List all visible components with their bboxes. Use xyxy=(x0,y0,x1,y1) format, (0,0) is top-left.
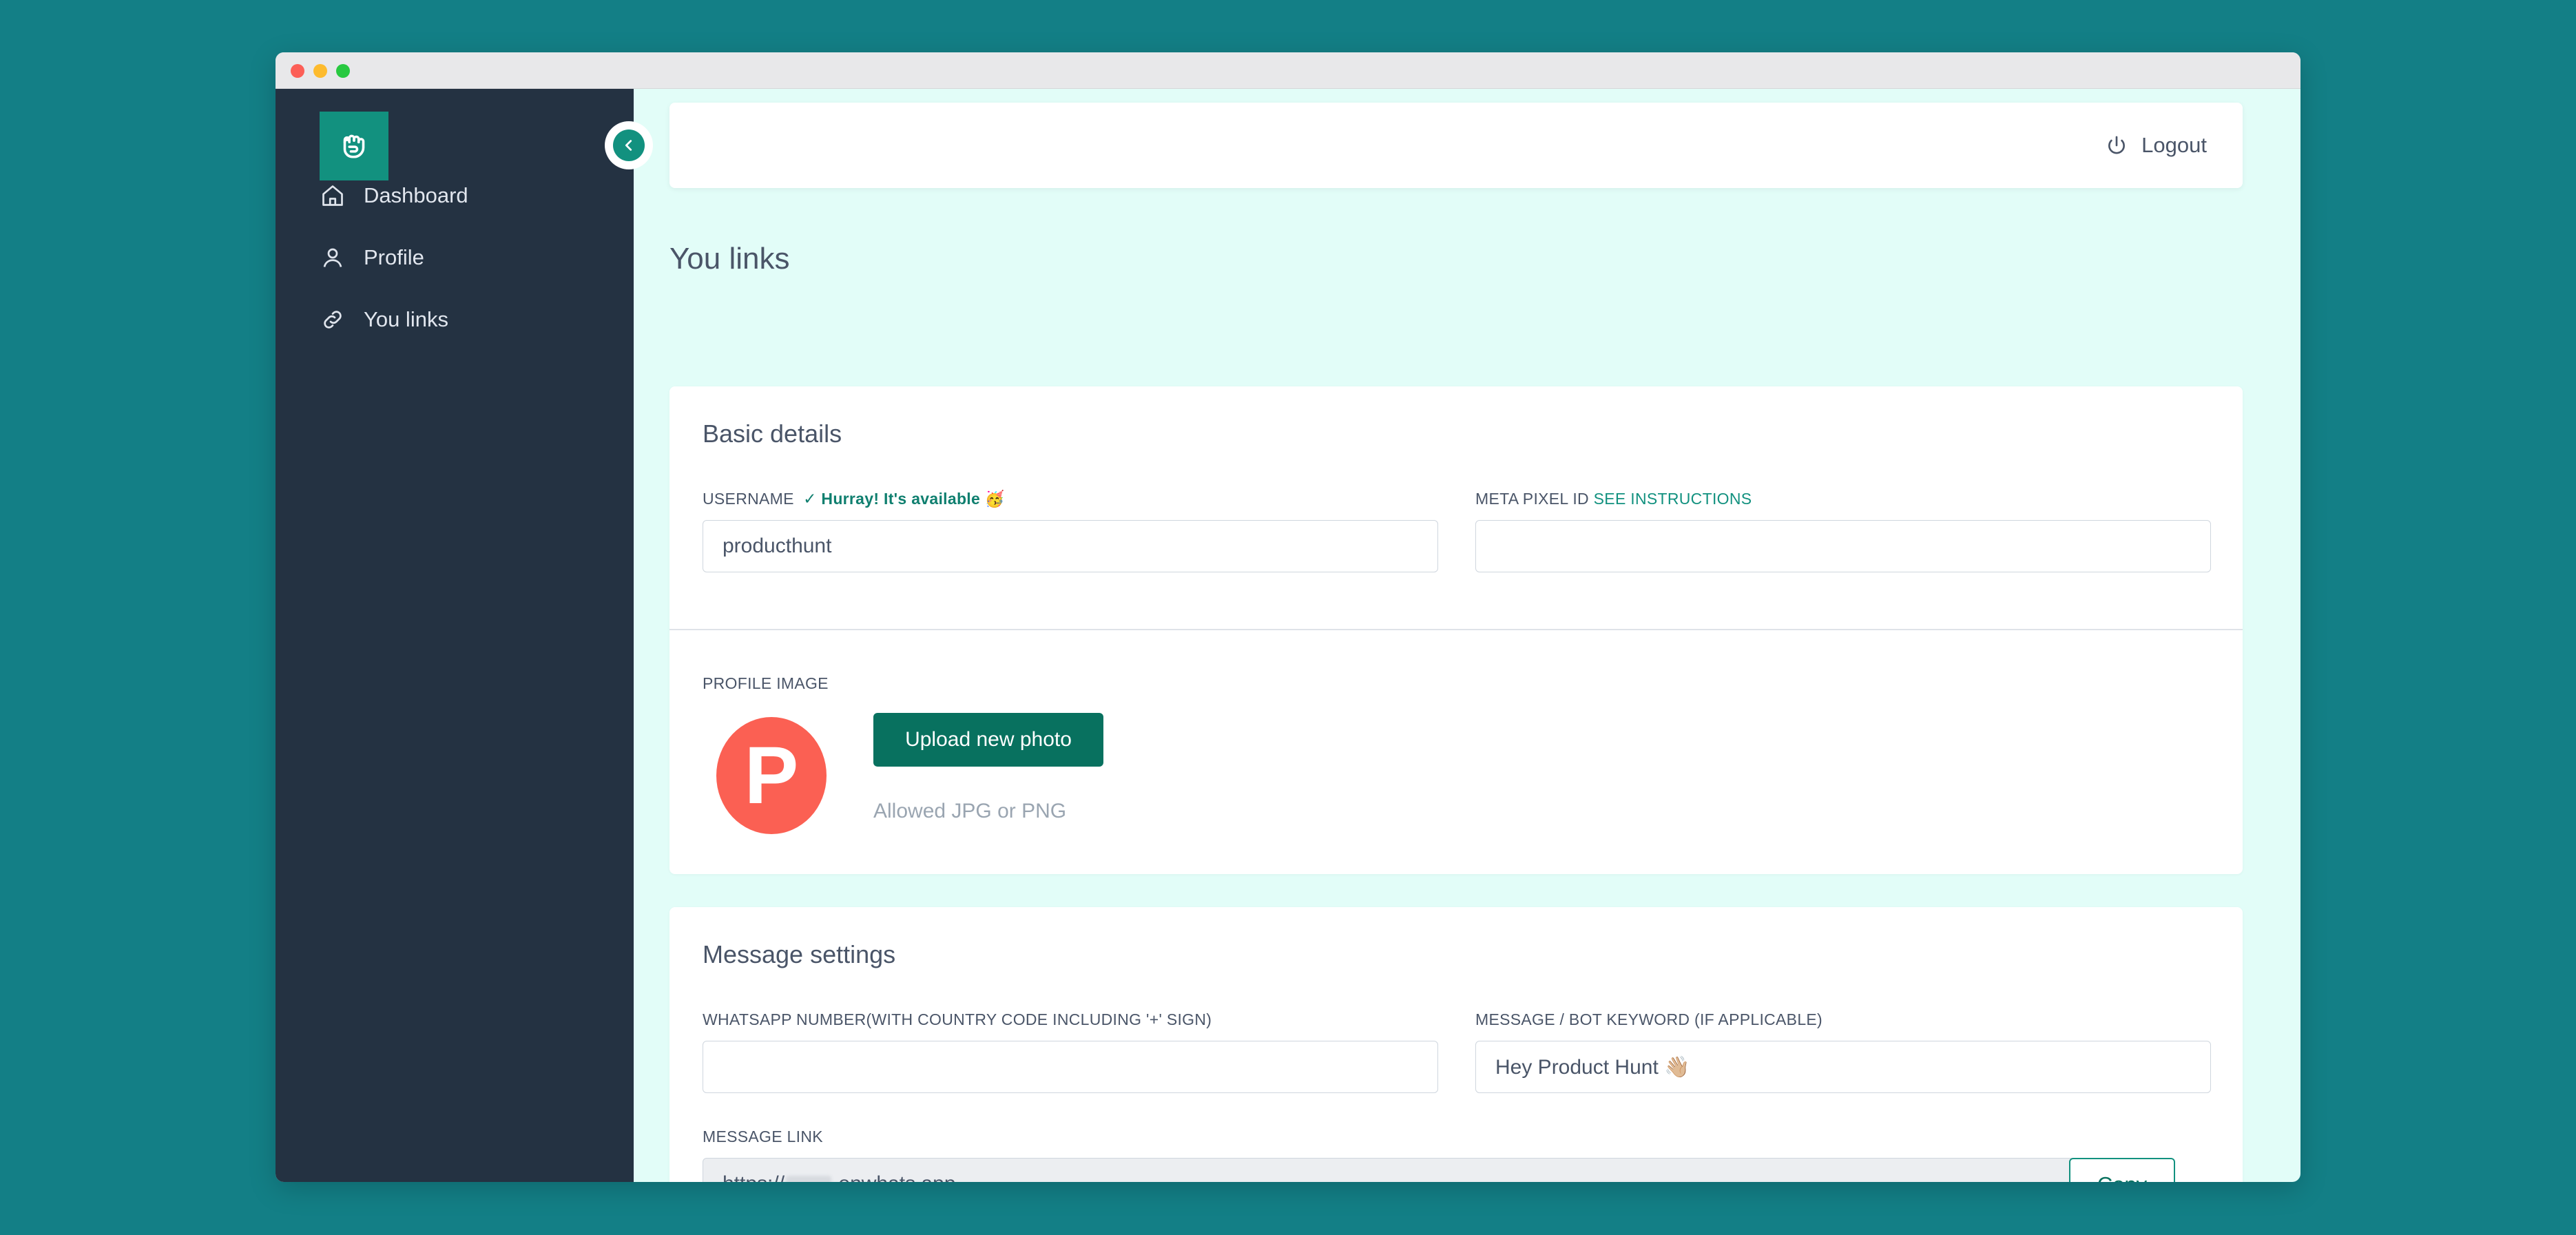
logout-button[interactable]: Logout xyxy=(2106,127,2207,163)
meta-pixel-label: META PIXEL ID SEE INSTRUCTIONS xyxy=(1475,490,1752,508)
sidebar-item-label: Profile xyxy=(364,245,424,269)
basic-details-title: Basic details xyxy=(703,419,842,448)
sidebar-item-profile[interactable]: Profile xyxy=(320,237,609,278)
copy-link-button[interactable]: Copy xyxy=(2069,1158,2175,1182)
upload-photo-button[interactable]: Upload new photo xyxy=(873,713,1103,767)
username-available-status: ✓ Hurray! It's available 🥳 xyxy=(803,490,1005,508)
username-label: USERNAME ✓ Hurray! It's available 🥳 xyxy=(703,490,1005,508)
message-settings-title: Message settings xyxy=(703,940,896,968)
message-link-field[interactable]: https:// .onwhats.app xyxy=(703,1158,2102,1182)
meta-pixel-input[interactable] xyxy=(1475,520,2211,572)
see-instructions-link[interactable]: SEE INSTRUCTIONS xyxy=(1594,490,1752,508)
top-bar: Logout xyxy=(669,103,2243,188)
message-link-suffix: .onwhats.app xyxy=(833,1172,955,1182)
sidebar-item-label: You links xyxy=(364,307,448,331)
basic-details-card: Basic details USERNAME ✓ Hurray! It's av… xyxy=(669,386,2243,874)
app-window: Dashboard Profile You links Logout You l… xyxy=(276,52,2300,1182)
redacted-username xyxy=(786,1176,832,1182)
message-keyword-value: Hey Product Hunt 👋🏼 xyxy=(1495,1055,1690,1079)
username-value: producthunt xyxy=(723,535,832,557)
link-icon xyxy=(320,307,346,333)
fist-logo-icon xyxy=(343,134,365,158)
maximize-window-button[interactable] xyxy=(336,64,350,78)
logout-label: Logout xyxy=(2141,133,2207,157)
avatar: P xyxy=(716,717,827,834)
user-icon xyxy=(320,245,346,271)
main-content: Logout You links Basic details USERNAME … xyxy=(634,89,2300,1182)
sidebar: Dashboard Profile You links xyxy=(276,89,634,1182)
minimize-window-button[interactable] xyxy=(313,64,327,78)
window-titlebar xyxy=(276,52,2300,89)
home-icon xyxy=(320,183,346,209)
profile-image-label: PROFILE IMAGE xyxy=(703,674,829,692)
page-title: You links xyxy=(669,242,790,276)
message-settings-card: Message settings WHATSAPP NUMBER(WITH CO… xyxy=(669,907,2243,1182)
whatsapp-number-input[interactable] xyxy=(703,1041,1438,1093)
app-logo[interactable] xyxy=(320,112,388,180)
username-input[interactable]: producthunt xyxy=(703,520,1438,572)
message-link-prefix: https:// xyxy=(723,1172,785,1182)
message-keyword-label: MESSAGE / BOT KEYWORD (IF APPLICABLE) xyxy=(1475,1010,1823,1028)
username-label-text: USERNAME xyxy=(703,490,794,508)
upload-hint: Allowed JPG or PNG xyxy=(873,800,1067,822)
sidebar-item-dashboard[interactable]: Dashboard xyxy=(320,175,609,216)
close-window-button[interactable] xyxy=(291,64,304,78)
meta-pixel-label-text: META PIXEL ID xyxy=(1475,490,1589,508)
message-link-label: MESSAGE LINK xyxy=(703,1128,823,1145)
power-icon xyxy=(2106,134,2129,157)
chevron-left-icon xyxy=(613,129,645,161)
collapse-sidebar-button[interactable] xyxy=(605,121,653,169)
message-keyword-input[interactable]: Hey Product Hunt 👋🏼 xyxy=(1475,1041,2211,1093)
whatsapp-number-label: WHATSAPP NUMBER(WITH COUNTRY CODE INCLUD… xyxy=(703,1010,1212,1028)
sidebar-item-label: Dashboard xyxy=(364,183,468,207)
sidebar-item-you-links[interactable]: You links xyxy=(320,299,609,340)
section-divider xyxy=(669,629,2243,630)
